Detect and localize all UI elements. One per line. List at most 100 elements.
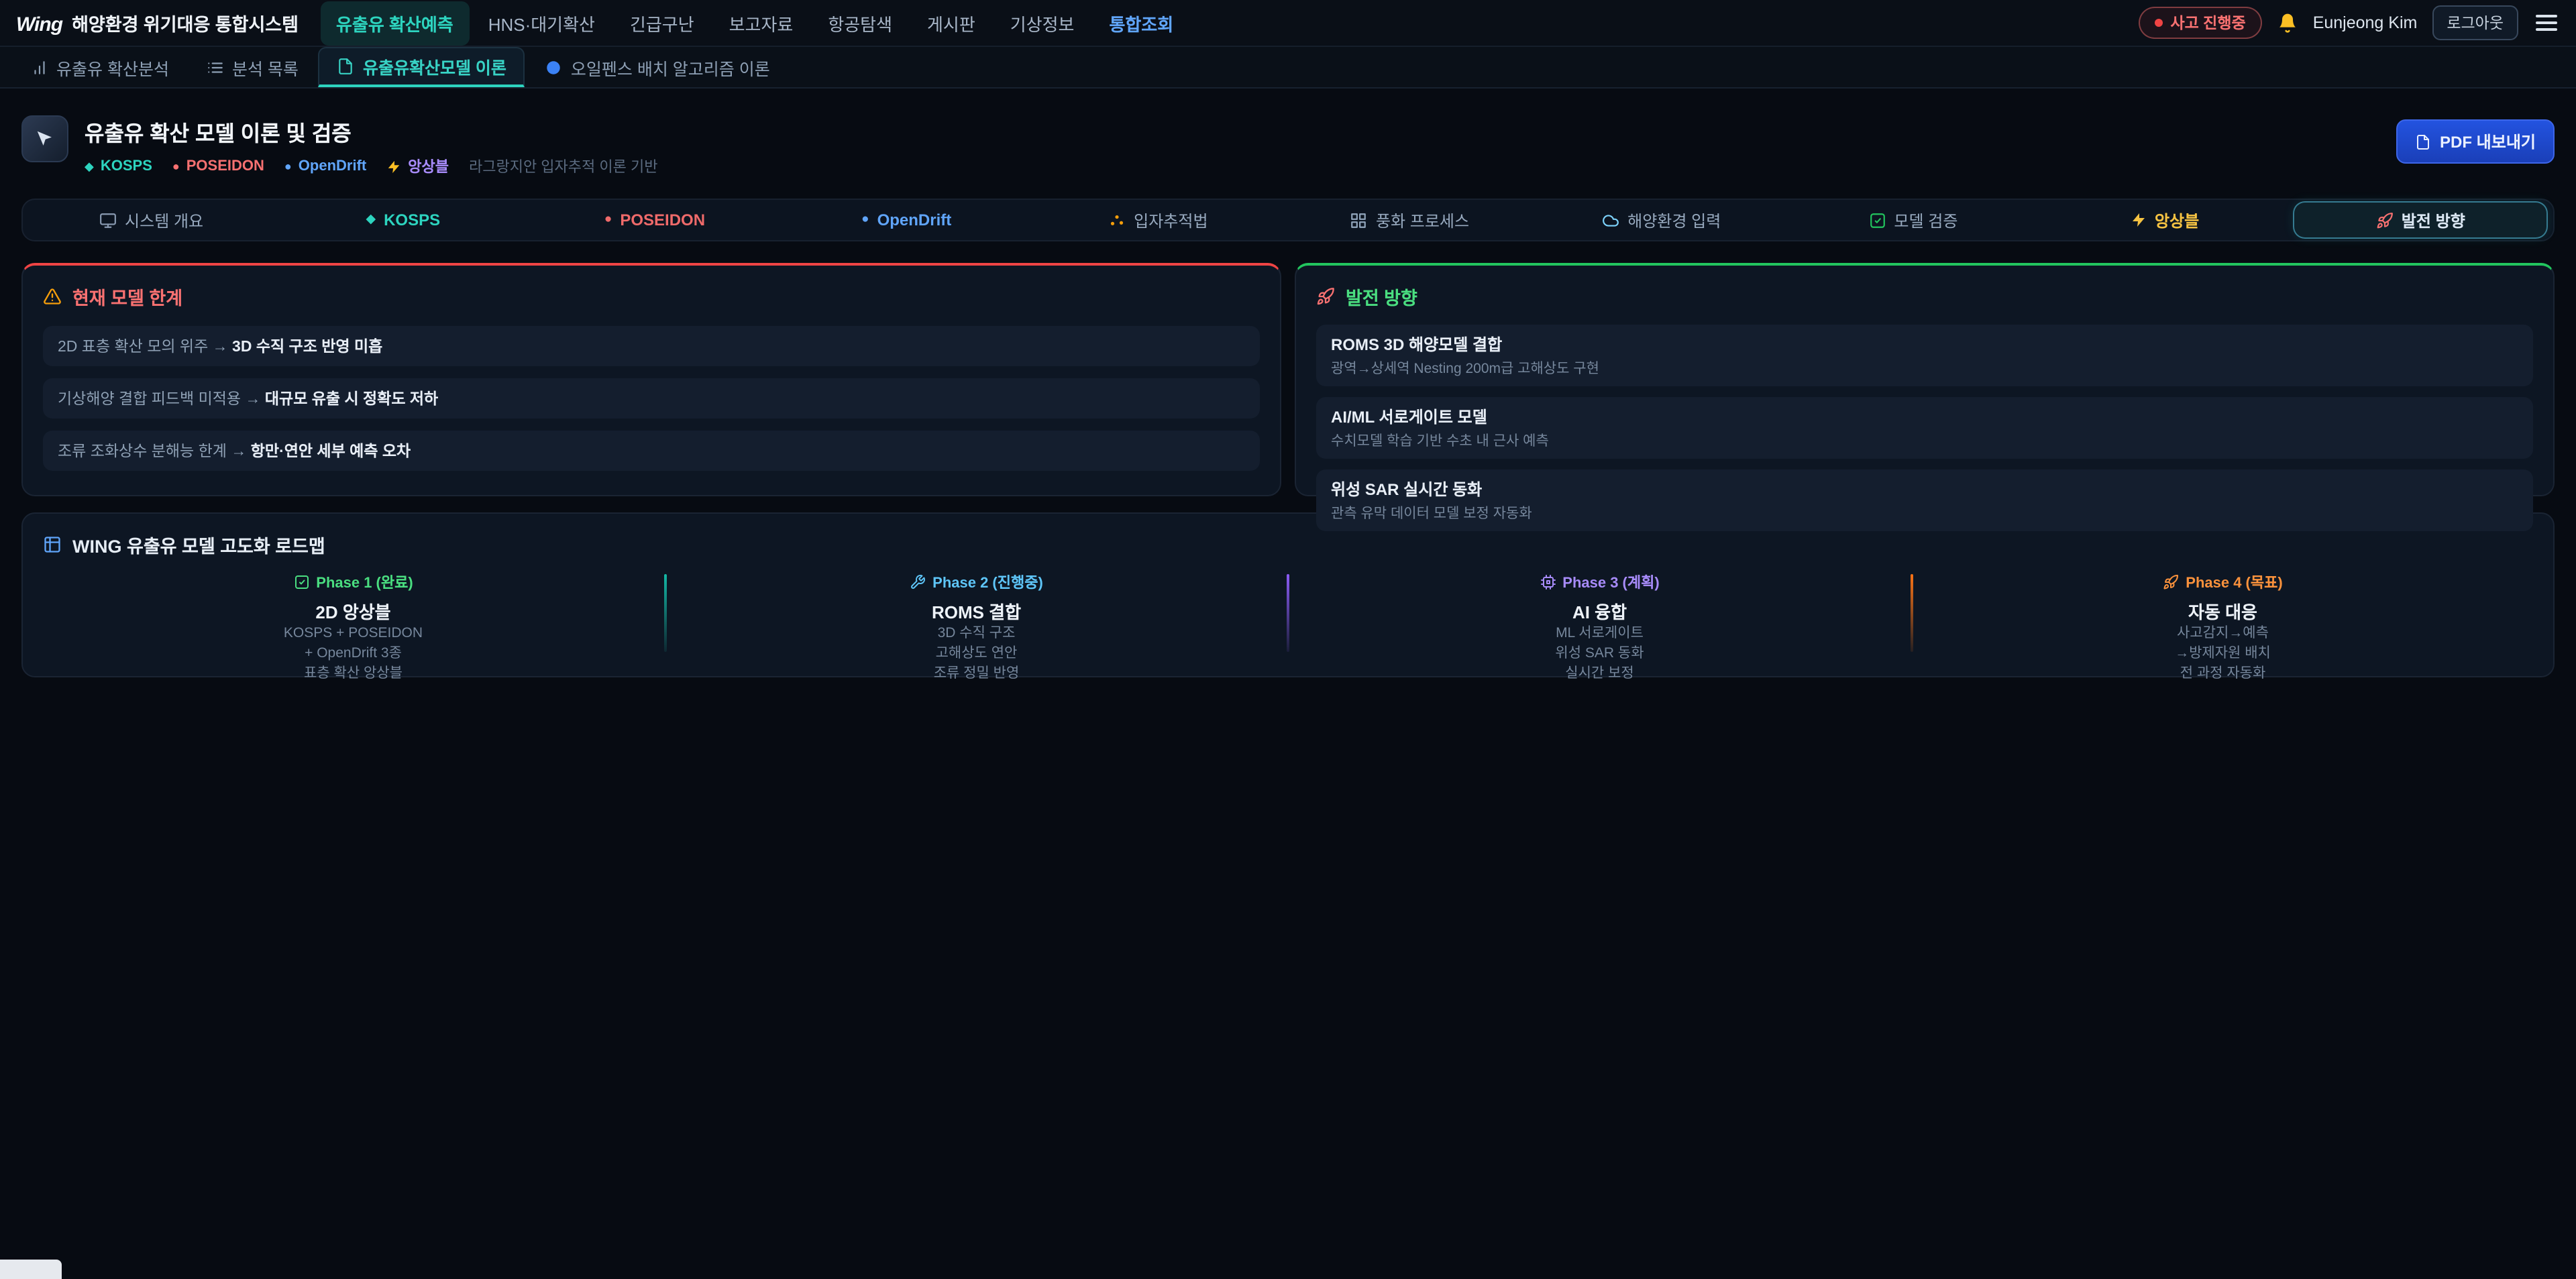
page-header: 유출유 확산 모델 이론 및 검증 ◆ KOSPS ● POSEIDON ● O <box>21 115 2555 177</box>
incident-dot-icon <box>2154 19 2162 27</box>
theory-note: 라그랑지안 입자추적 이론 기반 <box>469 156 657 177</box>
roadmap-phase-1: Phase 1 (완료) 2D 앙상블 KOSPS + POSEIDON + O… <box>43 571 663 685</box>
navbar-right-cluster: 사고 진행중 Eunjeong Kim 로그아웃 <box>2138 5 2560 40</box>
incident-status-badge[interactable]: 사고 진행중 <box>2138 7 2261 39</box>
ai-chip-icon <box>1540 574 1556 590</box>
page-icon-tile <box>21 115 68 162</box>
app-logo: Wing <box>16 13 62 36</box>
ensemble-badge: 앙상블 <box>386 156 449 177</box>
tab-oil-fence-algorithm-theory[interactable]: 오일펜스 배치 알고리즘 이론 <box>528 47 788 87</box>
blue-dot-icon: ● <box>284 160 292 173</box>
tab-label: 유출유 확산분석 <box>56 54 169 80</box>
rocket-icon <box>2376 211 2394 229</box>
opendrift-badge: ● OpenDrift <box>284 158 366 174</box>
section-pill-poseidon[interactable]: ● POSEIDON <box>529 200 780 240</box>
blue-dot-icon: ● <box>861 214 869 227</box>
check-square-icon <box>1868 211 1886 229</box>
user-name: Eunjeong Kim <box>2313 13 2418 32</box>
sub-tabbar: 유출유 확산분석 분석 목록 유출유확산모델 이론 오일펜스 배치 알고리즘 이… <box>0 47 2576 89</box>
section-pill-weathering-process[interactable]: 풍화 프로세스 <box>1284 200 1536 240</box>
red-dot-icon: ● <box>604 214 612 227</box>
rocket-icon <box>2163 574 2179 590</box>
cards-row: 현재 모델 한계 2D 표층 확산 모의 위주 → 3D 수직 구조 반영 미흡… <box>21 263 2555 496</box>
tab-label: 유출유확산모델 이론 <box>363 54 506 79</box>
current-limitations-card: 현재 모델 한계 2D 표층 확산 모의 위주 → 3D 수직 구조 반영 미흡… <box>21 263 1281 496</box>
phase-1-label: Phase 1 (완료) <box>43 571 663 593</box>
future-directions-card: 발전 방향 ROMS 3D 해양모델 결합 광역→상세역 Nesting 200… <box>1295 263 2555 496</box>
rocket-icon <box>1316 287 1335 306</box>
limitation-item: 기상해양 결합 피드백 미적용 → 대규모 유출 시 정확도 저하 <box>43 378 1260 419</box>
lightning-icon <box>386 159 401 174</box>
particles-icon <box>1108 211 1126 229</box>
phase-2-label: Phase 2 (진행중) <box>666 571 1287 593</box>
limitation-item: 2D 표층 확산 모의 위주 → 3D 수직 구조 반영 미흡 <box>43 326 1260 366</box>
nav-item-bulletin-board[interactable]: 게시판 <box>911 1 991 45</box>
app-window: Wing 해양환경 위기대응 통합시스템 유출유 확산예측 HNS·대기확산 긴… <box>0 0 2576 1279</box>
nav-item-emergency-rescue[interactable]: 긴급구난 <box>614 1 710 45</box>
section-pill-future-direction[interactable]: 발전 방향 <box>2294 201 2548 239</box>
lightning-icon <box>2131 212 2147 228</box>
grid-table-icon <box>43 535 62 554</box>
check-square-icon <box>293 574 309 590</box>
diamond-icon: ◆ <box>85 159 94 174</box>
bar-chart-icon <box>31 58 48 76</box>
poseidon-badge: ● POSEIDON <box>172 158 264 174</box>
roadmap-title: WING 유출유 모델 고도화 로드맵 <box>43 531 2533 558</box>
monitor-icon <box>99 211 117 229</box>
pdf-export-button[interactable]: PDF 내보내기 <box>2396 119 2555 164</box>
nav-item-hns-air-diffusion[interactable]: HNS·대기확산 <box>472 1 611 45</box>
pointer-icon <box>35 129 55 149</box>
tab-oil-spill-analysis[interactable]: 유출유 확산분석 <box>13 47 186 87</box>
app-brand[interactable]: Wing 해양환경 위기대응 통합시스템 <box>16 9 320 36</box>
kosps-badge: ◆ KOSPS <box>85 158 152 174</box>
limitations-card-title: 현재 모델 한계 <box>43 283 1260 310</box>
model-badges: ◆ KOSPS ● POSEIDON ● OpenDrift <box>85 156 657 177</box>
section-pill-ocean-env-input[interactable]: 해양환경 입력 <box>1536 200 1787 240</box>
section-pill-model-validation[interactable]: 모델 검증 <box>1787 200 2039 240</box>
main-menu: 유출유 확산예측 HNS·대기확산 긴급구난 보고자료 항공탐색 게시판 기상정… <box>320 1 2138 45</box>
tab-label: 오일펜스 배치 알고리즘 이론 <box>571 54 770 80</box>
roadmap-phase-2: Phase 2 (진행중) ROMS 결합 3D 수직 구조 고해상도 연안 조… <box>666 571 1287 685</box>
future-card-title: 발전 방향 <box>1316 283 2533 310</box>
nav-item-aerial-search[interactable]: 항공탐색 <box>812 1 908 45</box>
section-pill-particle-tracking[interactable]: 입자추적법 <box>1032 200 1284 240</box>
future-item: 위성 SAR 실시간 동화 관측 유막 데이터 모델 보정 자동화 <box>1316 469 2533 531</box>
logout-button[interactable]: 로그아웃 <box>2432 5 2518 40</box>
section-pill-opendrift[interactable]: ● OpenDrift <box>781 200 1032 240</box>
tab-analysis-list[interactable]: 분석 목록 <box>189 47 316 87</box>
bottom-left-overlay <box>0 1259 62 1279</box>
hamburger-menu-icon[interactable] <box>2533 11 2560 35</box>
document-icon <box>337 58 355 75</box>
document-icon <box>2414 133 2430 150</box>
phase-3-label: Phase 3 (계획) <box>1289 571 1910 593</box>
nav-item-integrated-search[interactable]: 통합조회 <box>1093 1 1189 45</box>
notification-bell-icon[interactable] <box>2277 12 2298 34</box>
future-item: ROMS 3D 해양모델 결합 광역→상세역 Nesting 200m급 고해상… <box>1316 325 2533 386</box>
roadmap-phase-3: Phase 3 (계획) AI 융합 ML 서로게이트 위성 SAR 동화 실시… <box>1289 571 1910 685</box>
section-pill-kosps[interactable]: ◆ KOSPS <box>277 200 529 240</box>
red-dot-icon: ● <box>172 160 180 173</box>
roadmap-phases: Phase 1 (완료) 2D 앙상블 KOSPS + POSEIDON + O… <box>43 571 2533 685</box>
section-pill-ensemble[interactable]: 앙상블 <box>2039 200 2291 240</box>
warning-triangle-icon <box>43 287 62 306</box>
top-navbar: Wing 해양환경 위기대응 통합시스템 유출유 확산예측 HNS·대기확산 긴… <box>0 0 2576 47</box>
main-content: 유출유 확산 모델 이론 및 검증 ◆ KOSPS ● POSEIDON ● O <box>0 115 2576 677</box>
roadmap-phase-4: Phase 4 (목표) 자동 대응 사고감지→예측 →방제자원 배치 전 과정… <box>1913 571 2533 685</box>
tab-label: 분석 목록 <box>232 54 299 80</box>
page-title: 유출유 확산 모델 이론 및 검증 <box>85 115 657 148</box>
nav-item-weather-info[interactable]: 기상정보 <box>994 1 1091 45</box>
cloud-icon <box>1602 211 1619 229</box>
list-icon <box>207 58 224 76</box>
nav-item-oil-spill-forecast[interactable]: 유출유 확산예측 <box>320 1 470 45</box>
incident-label: 사고 진행중 <box>2170 12 2245 34</box>
wrench-icon <box>910 574 926 590</box>
phase-4-label: Phase 4 (목표) <box>1913 571 2533 593</box>
nav-item-report-materials[interactable]: 보고자료 <box>713 1 810 45</box>
diamond-icon: ◆ <box>366 214 376 227</box>
tab-diffusion-model-theory[interactable]: 유출유확산모델 이론 <box>319 47 525 87</box>
globe-dot-icon <box>545 58 563 76</box>
roadmap-card: WING 유출유 모델 고도화 로드맵 Phase 1 (완료) 2D 앙상블 … <box>21 512 2555 677</box>
section-pill-system-overview[interactable]: 시스템 개요 <box>25 200 277 240</box>
limitation-item: 조류 조화상수 분해능 한계 → 항만·연안 세부 예측 오차 <box>43 431 1260 471</box>
grid-icon <box>1350 211 1368 229</box>
